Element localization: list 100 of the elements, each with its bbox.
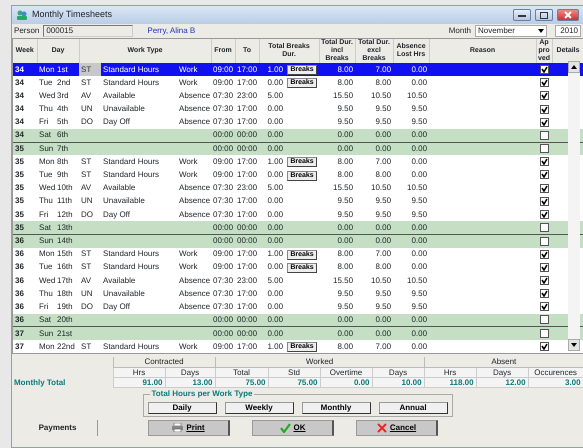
table-cell: 0.00 <box>337 236 354 246</box>
table-row[interactable]: 36 Thu 18th UN Unavailable Absence 07:30 17:00 0.00 9.50 9.50 9.50 <box>13 287 583 300</box>
table-cell: 00:00 <box>213 130 234 140</box>
close-button[interactable] <box>557 9 579 21</box>
approved-checkbox[interactable] <box>540 184 549 193</box>
table-row[interactable]: 35 Sat 13th 00:00 00:00 0.00 0.00 0.00 0.00 <box>13 221 583 234</box>
table-cell: 07:30 <box>213 276 234 285</box>
table-cell: 09:00 <box>213 249 234 258</box>
table-row[interactable]: 36 Sat 20th 00:00 00:00 0.00 0.00 0.00 0.00 <box>13 314 583 327</box>
table-row[interactable]: 35 Thu 11th UN Unavailable Absence 07:30 17:00 0.00 9.50 9.50 9.50 <box>13 194 583 208</box>
table-cell: Sun <box>39 144 54 153</box>
table-cell: 7.00 <box>375 249 392 258</box>
table-cell: 34 <box>15 104 24 114</box>
table-cell: 9.50 <box>337 302 354 311</box>
period-button[interactable]: Annual <box>378 402 448 414</box>
approved-checkbox[interactable] <box>540 64 549 74</box>
table-cell: 6th <box>57 130 68 140</box>
approved-checkbox[interactable] <box>540 315 549 324</box>
table-cell: 9.50 <box>375 288 392 298</box>
table-row[interactable]: 34 Fri 5th DO Day Off Absence 07:30 17:00 0.00 9.50 9.50 9.50 <box>13 116 583 129</box>
month-dropdown[interactable]: November <box>475 25 547 37</box>
approved-checkbox[interactable] <box>540 328 549 338</box>
scrollbar[interactable] <box>568 61 580 352</box>
table-cell: 8.00 <box>337 78 354 87</box>
table-cell: 0.00 <box>267 314 284 324</box>
table-cell: 0.00 <box>411 314 428 324</box>
payments-tab[interactable]: Payments <box>18 420 98 436</box>
table-row[interactable]: 35 Fri 12th DO Day Off Absence 07:30 17:00 0.00 9.50 9.50 9.50 <box>13 208 583 222</box>
approved-checkbox[interactable] <box>540 342 549 351</box>
approved-checkbox[interactable] <box>540 262 549 272</box>
table-cell: Standard Hours <box>103 78 160 87</box>
table-row[interactable]: 35 Sun 7th 00:00 00:00 0.00 0.00 0.00 0.00 <box>13 142 583 156</box>
approved-checkbox[interactable] <box>540 210 549 220</box>
table-cell: 17th <box>57 276 73 285</box>
table-cell: 0.00 <box>337 222 354 232</box>
approved-checkbox[interactable] <box>540 170 549 180</box>
ok-button[interactable]: OK <box>252 420 334 436</box>
table-cell: 35 <box>15 196 24 206</box>
table-cell: 0.00 <box>411 156 428 166</box>
table-cell: 07:30 <box>213 210 234 219</box>
table-row[interactable]: 36 Fri 19th DO Day Off Absence 07:30 17:00 0.00 9.50 9.50 9.50 <box>13 300 583 314</box>
table-cell: 0.00 <box>267 302 284 311</box>
approved-checkbox[interactable] <box>540 196 549 206</box>
table-cell: 0.00 <box>267 222 284 232</box>
table-cell: 09:00 <box>213 64 234 74</box>
cancel-button[interactable]: Cancel <box>356 420 438 436</box>
scroll-down-icon[interactable] <box>568 339 580 352</box>
approved-checkbox[interactable] <box>540 144 549 154</box>
minimize-button[interactable] <box>513 9 531 21</box>
approved-checkbox[interactable] <box>540 130 549 140</box>
table-row[interactable]: 36 Sun 14th 00:00 00:00 0.00 0.00 0.00 0.00 <box>13 234 583 248</box>
table-cell: 0.00 <box>267 170 284 180</box>
table-cell: 0.00 <box>375 222 392 232</box>
approved-checkbox[interactable] <box>540 289 549 298</box>
approved-checkbox[interactable] <box>540 157 549 166</box>
table-cell: 00:00 <box>213 222 234 232</box>
period-button[interactable]: Weekly <box>224 402 294 414</box>
table-row[interactable]: 34 Thu 4th UN Unavailable Absence 07:30 17:00 0.00 9.50 9.50 9.50 <box>13 102 583 116</box>
table-cell: 0.00 <box>337 144 354 153</box>
table-cell: 35 <box>15 156 24 166</box>
table-cell: 17:00 <box>237 262 258 272</box>
table-cell: 00:00 <box>237 130 258 140</box>
table-cell: 0.00 <box>337 328 354 338</box>
table-row[interactable]: 35 Wed 10th AV Available Absence 07:30 23:00 5.00 15.50 10.50 10.50 <box>13 182 583 195</box>
table-cell: 17:00 <box>237 288 258 298</box>
print-button[interactable]: Print <box>148 420 230 436</box>
approved-checkbox[interactable] <box>540 302 549 312</box>
table-cell: 00:00 <box>213 314 234 324</box>
approved-checkbox[interactable] <box>540 104 549 114</box>
table-cell: Unavailable <box>103 288 145 298</box>
period-button[interactable]: Monthly <box>302 402 370 414</box>
approved-checkbox[interactable] <box>540 276 549 285</box>
table-cell: 09:00 <box>213 170 234 180</box>
approved-checkbox[interactable] <box>540 78 549 88</box>
table-cell: Tue <box>39 170 52 180</box>
table-cell: Day Off <box>103 117 130 126</box>
table-row[interactable]: 37 Sun 21st 00:00 00:00 0.00 0.00 0.00 0.00 <box>13 326 583 340</box>
approved-checkbox[interactable] <box>540 250 549 259</box>
scroll-up-icon[interactable] <box>568 61 580 73</box>
table-row[interactable]: 34 Sat 6th 00:00 00:00 0.00 0.00 0.00 0.00 <box>13 128 583 142</box>
approved-checkbox[interactable] <box>540 236 549 246</box>
approved-checkbox[interactable] <box>540 222 549 232</box>
table-cell: 36 <box>15 276 24 285</box>
year-field[interactable]: 2010 <box>555 25 581 37</box>
table-row[interactable]: 34 Wed 3rd AV Available Absence 07:30 23:00 5.00 15.50 10.50 10.50 <box>13 89 583 103</box>
table-cell: AV <box>81 183 92 192</box>
approved-checkbox[interactable] <box>540 118 549 127</box>
approved-checkbox[interactable] <box>540 91 549 100</box>
table-cell: 00:00 <box>213 144 234 153</box>
window-title: Monthly Timesheets <box>32 8 114 22</box>
table-cell: 22nd <box>57 342 75 351</box>
period-button[interactable]: Daily <box>148 402 216 414</box>
table-row[interactable]: 36 Wed 17th AV Available Absence 07:30 23:00 5.00 15.50 10.50 10.50 <box>13 274 583 288</box>
maximize-button[interactable] <box>535 9 553 21</box>
table-cell: 8.00 <box>337 262 354 272</box>
table-cell: 0.00 <box>411 328 428 338</box>
table-cell: Standard Hours <box>103 170 160 180</box>
total-value: 91.00 <box>113 377 165 388</box>
table-cell: Absence <box>179 210 210 219</box>
table-cell: 17:00 <box>237 104 258 114</box>
